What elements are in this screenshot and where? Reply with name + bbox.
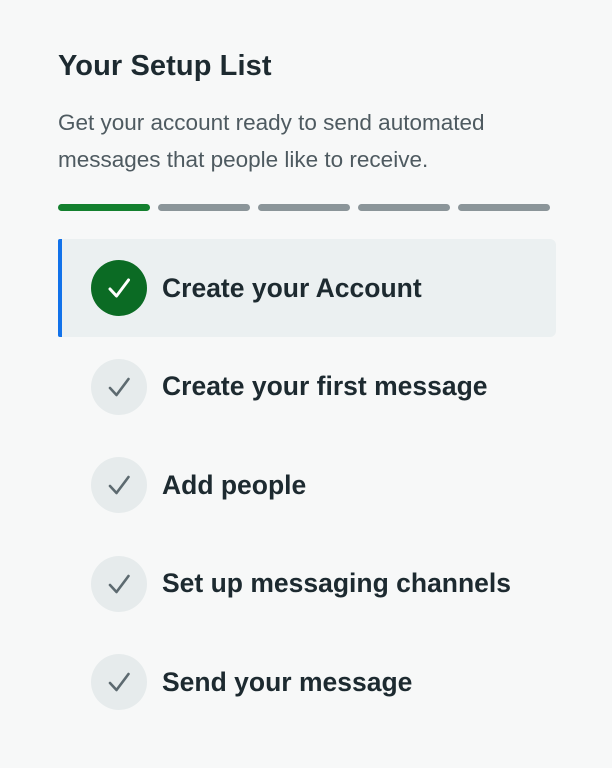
check-icon — [91, 358, 147, 415]
step-add-people[interactable]: Add people — [58, 436, 556, 534]
progress-segment-3 — [258, 204, 350, 211]
step-label: Add people — [162, 469, 307, 500]
progress-segment-2 — [158, 204, 250, 211]
page-title: Your Setup List — [58, 50, 272, 82]
check-icon — [91, 555, 147, 612]
step-create-account[interactable]: Create your Account — [58, 239, 556, 337]
step-send-message[interactable]: Send your message — [58, 633, 556, 731]
step-label: Send your message — [162, 666, 413, 697]
setup-list-panel: Your Setup List Get your account ready t… — [0, 0, 612, 768]
step-label: Create your Account — [162, 272, 422, 303]
setup-progress-bar — [58, 204, 550, 211]
progress-segment-4 — [358, 204, 450, 211]
step-messaging-channels[interactable]: Set up messaging channels — [58, 535, 556, 633]
check-icon — [91, 457, 147, 514]
step-label: Set up messaging channels — [162, 568, 512, 599]
progress-segment-1 — [58, 204, 150, 211]
check-icon — [91, 260, 147, 316]
step-create-first-message[interactable]: Create your first message — [58, 338, 556, 436]
page-subtitle: Get your account ready to send automated… — [58, 110, 485, 172]
step-label: Create your first message — [162, 371, 488, 402]
progress-segment-5 — [458, 204, 550, 211]
setup-steps-list: Create your Account Create your first me… — [58, 239, 556, 732]
check-icon — [91, 654, 147, 711]
